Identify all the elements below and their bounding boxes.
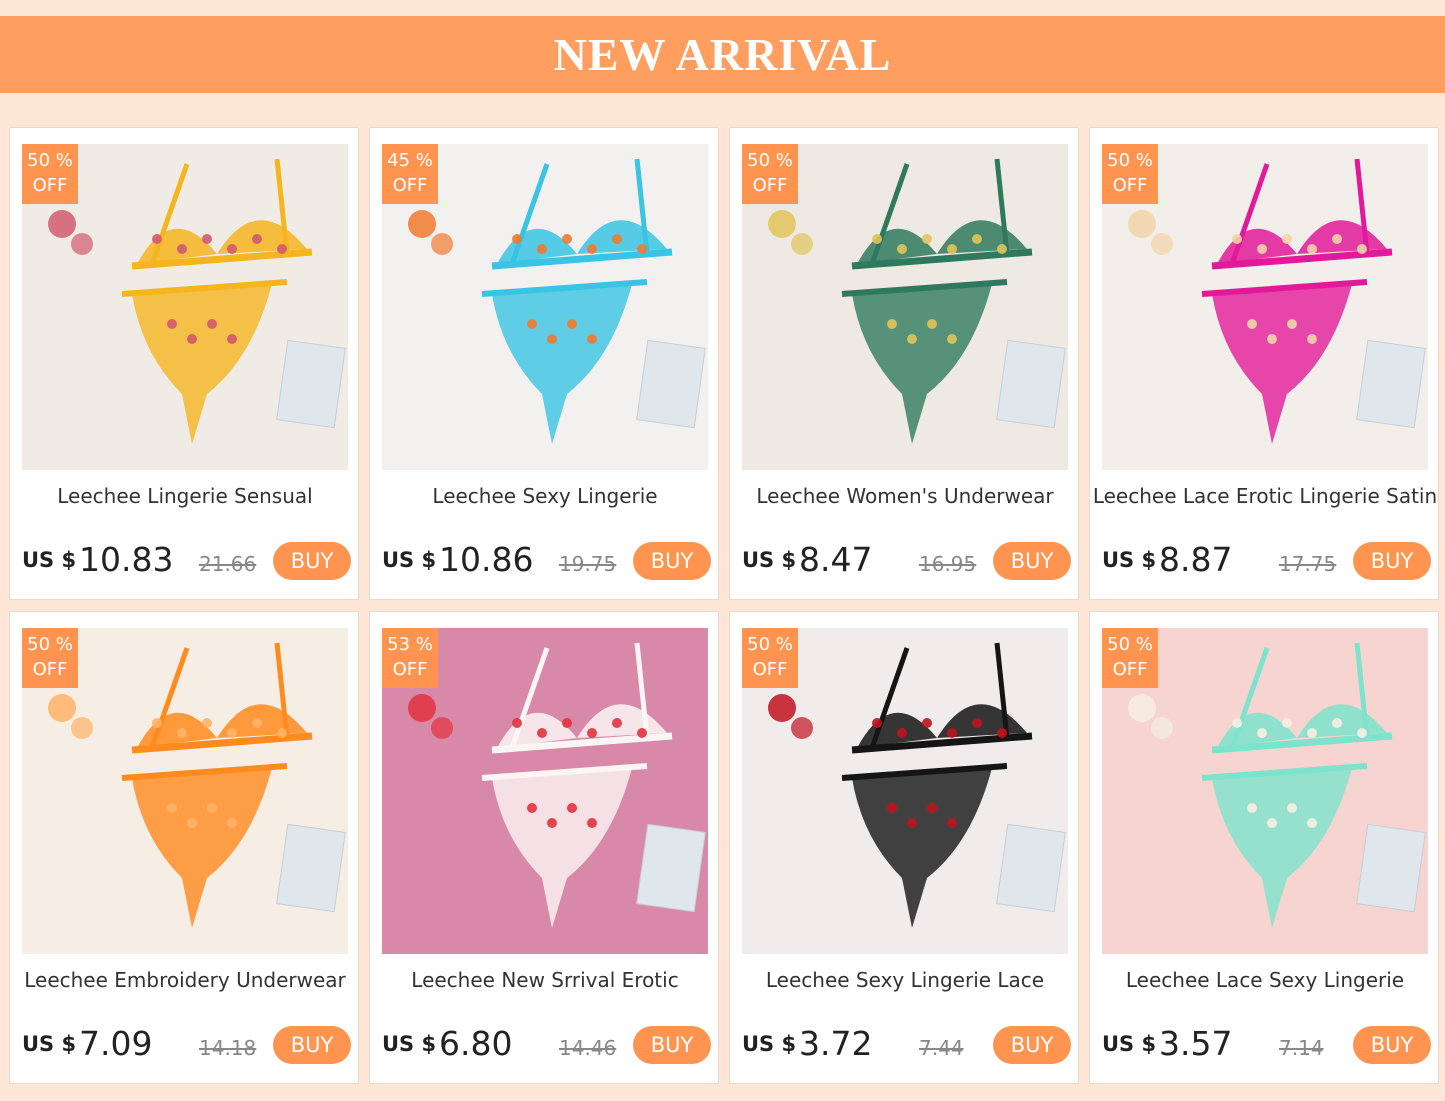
currency-label: US $ <box>22 548 77 572</box>
sale-price: 3.57 <box>1159 1024 1233 1063</box>
discount-badge: 50 % OFF <box>1102 628 1158 688</box>
sale-price: 6.80 <box>439 1024 513 1063</box>
sale-price: 8.47 <box>799 540 873 579</box>
price-row: US $ 10.83 21.66 BUY <box>22 540 351 580</box>
product-grid: 50 % OFF Leechee Lingerie Sensual US $ 1… <box>9 127 1439 1084</box>
buy-button[interactable]: BUY <box>1353 1026 1431 1064</box>
buy-button[interactable]: BUY <box>1353 542 1431 580</box>
product-card[interactable]: 50 % OFF Leechee Lingerie Sensual US $ 1… <box>9 127 359 600</box>
sale-price: 10.83 <box>79 540 174 579</box>
original-price: 16.95 <box>919 552 977 576</box>
discount-percent: 50 % <box>27 150 73 171</box>
discount-percent: 50 % <box>1107 150 1153 171</box>
new-arrival-banner: NEW ARRIVAL <box>0 16 1445 93</box>
price-row: US $ 10.86 19.75 BUY <box>382 540 711 580</box>
price-row: US $ 3.72 7.44 BUY <box>742 1024 1071 1064</box>
product-card[interactable]: 50 % OFF Leechee Embroidery Underwear US… <box>9 611 359 1084</box>
discount-off-label: OFF <box>752 659 788 680</box>
discount-percent: 50 % <box>747 634 793 655</box>
price-row: US $ 6.80 14.46 BUY <box>382 1024 711 1064</box>
price-row: US $ 7.09 14.18 BUY <box>22 1024 351 1064</box>
discount-percent: 50 % <box>27 634 73 655</box>
currency-label: US $ <box>742 1032 797 1056</box>
discount-percent: 45 % <box>387 150 433 171</box>
product-title[interactable]: Leechee Sexy Lingerie Lace <box>730 968 1080 992</box>
product-card[interactable]: 50 % OFF Leechee Women's Underwear US $ … <box>729 127 1079 600</box>
original-price: 7.44 <box>919 1036 964 1060</box>
product-card[interactable]: 50 % OFF Leechee Lace Erotic Lingerie Sa… <box>1089 127 1439 600</box>
discount-badge: 45 % OFF <box>382 144 438 204</box>
product-title[interactable]: Leechee Women's Underwear <box>730 484 1080 508</box>
product-title[interactable]: Leechee Sexy Lingerie <box>370 484 720 508</box>
currency-label: US $ <box>382 548 437 572</box>
discount-badge: 50 % OFF <box>22 144 78 204</box>
original-price: 21.66 <box>199 552 257 576</box>
product-title[interactable]: Leechee Lingerie Sensual <box>10 484 360 508</box>
sale-price: 3.72 <box>799 1024 873 1063</box>
buy-button[interactable]: BUY <box>633 1026 711 1064</box>
discount-off-label: OFF <box>1112 659 1148 680</box>
discount-off-label: OFF <box>1112 175 1148 196</box>
sale-price: 10.86 <box>439 540 534 579</box>
original-price: 17.75 <box>1279 552 1337 576</box>
discount-off-label: OFF <box>752 175 788 196</box>
price-row: US $ 8.47 16.95 BUY <box>742 540 1071 580</box>
product-card[interactable]: 45 % OFF Leechee Sexy Lingerie US $ 10.8… <box>369 127 719 600</box>
original-price: 14.46 <box>559 1036 617 1060</box>
discount-badge: 50 % OFF <box>742 144 798 204</box>
buy-button[interactable]: BUY <box>633 542 711 580</box>
discount-off-label: OFF <box>392 175 428 196</box>
price-row: US $ 3.57 7.14 BUY <box>1102 1024 1431 1064</box>
buy-button[interactable]: BUY <box>273 542 351 580</box>
banner-title: NEW ARRIVAL <box>553 29 892 80</box>
product-card[interactable]: 50 % OFF Leechee Sexy Lingerie Lace US $… <box>729 611 1079 1084</box>
discount-percent: 50 % <box>1107 634 1153 655</box>
discount-off-label: OFF <box>32 659 68 680</box>
discount-percent: 50 % <box>747 150 793 171</box>
discount-off-label: OFF <box>32 175 68 196</box>
discount-percent: 53 % <box>387 634 433 655</box>
original-price: 19.75 <box>559 552 617 576</box>
sale-price: 7.09 <box>79 1024 153 1063</box>
discount-badge: 50 % OFF <box>22 628 78 688</box>
product-title[interactable]: Leechee Lace Erotic Lingerie Satin <box>1090 484 1440 508</box>
product-card[interactable]: 50 % OFF Leechee Lace Sexy Lingerie US $… <box>1089 611 1439 1084</box>
product-title[interactable]: Leechee New Srrival Erotic <box>370 968 720 992</box>
currency-label: US $ <box>1102 548 1157 572</box>
original-price: 14.18 <box>199 1036 257 1060</box>
discount-off-label: OFF <box>392 659 428 680</box>
buy-button[interactable]: BUY <box>273 1026 351 1064</box>
currency-label: US $ <box>22 1032 77 1056</box>
original-price: 7.14 <box>1279 1036 1324 1060</box>
currency-label: US $ <box>742 548 797 572</box>
product-title[interactable]: Leechee Embroidery Underwear <box>10 968 360 992</box>
currency-label: US $ <box>1102 1032 1157 1056</box>
discount-badge: 50 % OFF <box>742 628 798 688</box>
discount-badge: 50 % OFF <box>1102 144 1158 204</box>
currency-label: US $ <box>382 1032 437 1056</box>
product-card[interactable]: 53 % OFF Leechee New Srrival Erotic US $… <box>369 611 719 1084</box>
product-title[interactable]: Leechee Lace Sexy Lingerie <box>1090 968 1440 992</box>
price-row: US $ 8.87 17.75 BUY <box>1102 540 1431 580</box>
buy-button[interactable]: BUY <box>993 1026 1071 1064</box>
discount-badge: 53 % OFF <box>382 628 438 688</box>
buy-button[interactable]: BUY <box>993 542 1071 580</box>
sale-price: 8.87 <box>1159 540 1233 579</box>
